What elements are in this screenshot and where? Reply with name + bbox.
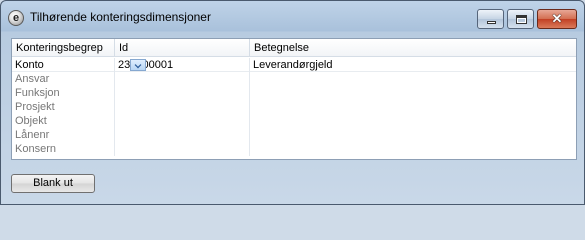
column-header-betegnelse[interactable]: Betegnelse [250, 39, 576, 57]
dialog-window: e Tilhørende konteringsdimensjoner ✕ Kon… [0, 0, 585, 205]
grid-row-konsern[interactable]: Konsern [12, 142, 576, 156]
cell-id[interactable] [115, 128, 250, 142]
cell-begrep: Lånenr [12, 128, 115, 142]
grid-row-prosjekt[interactable]: Prosjekt [12, 100, 576, 114]
grid-header: Konteringsbegrep Id Betegnelse [12, 39, 576, 57]
column-header-begrep[interactable]: Konteringsbegrep [12, 39, 115, 57]
minimize-icon [487, 21, 496, 24]
id-dropdown-button[interactable] [130, 59, 146, 71]
dimension-grid: Konteringsbegrep Id Betegnelse Konto 235… [11, 38, 577, 160]
cell-begrep: Objekt [12, 114, 115, 128]
grid-row-lanenr[interactable]: Lånenr [12, 128, 576, 142]
grid-row-funksjon[interactable]: Funksjon [12, 86, 576, 100]
grid-row-konto[interactable]: Konto 235200001 Leverandørgjeld [12, 58, 576, 72]
cell-betegnelse [250, 86, 576, 100]
cell-betegnelse [250, 100, 576, 114]
cell-id[interactable] [115, 114, 250, 128]
app-logo-icon: e [8, 10, 24, 26]
cell-id[interactable] [115, 72, 250, 86]
grid-row-objekt[interactable]: Objekt [12, 114, 576, 128]
maximize-icon [516, 15, 527, 24]
cell-begrep: Konto [12, 58, 115, 72]
cell-begrep: Prosjekt [12, 100, 115, 114]
cell-begrep: Funksjon [12, 86, 115, 100]
cell-id[interactable] [115, 86, 250, 100]
blank-ut-button[interactable]: Blank ut [11, 174, 95, 193]
dialog-content: Konteringsbegrep Id Betegnelse Konto 235… [9, 34, 577, 196]
chevron-down-icon [134, 61, 142, 69]
cell-id[interactable] [115, 142, 250, 156]
window-title: Tilhørende konteringsdimensjoner [30, 10, 211, 24]
maximize-button[interactable] [507, 9, 534, 29]
cell-betegnelse [250, 142, 576, 156]
cell-betegnelse [250, 114, 576, 128]
cell-begrep: Konsern [12, 142, 115, 156]
grid-row-ansvar[interactable]: Ansvar [12, 72, 576, 86]
close-button[interactable]: ✕ [537, 9, 577, 29]
cell-id[interactable] [115, 100, 250, 114]
title-bar[interactable]: e Tilhørende konteringsdimensjoner ✕ [1, 1, 584, 33]
cell-begrep: Ansvar [12, 72, 115, 86]
cell-betegnelse: Leverandørgjeld [253, 59, 333, 71]
column-header-id[interactable]: Id [115, 39, 250, 57]
cell-betegnelse [250, 72, 576, 86]
minimize-button[interactable] [477, 9, 504, 29]
cell-betegnelse [250, 128, 576, 142]
close-icon: ✕ [551, 11, 563, 26]
